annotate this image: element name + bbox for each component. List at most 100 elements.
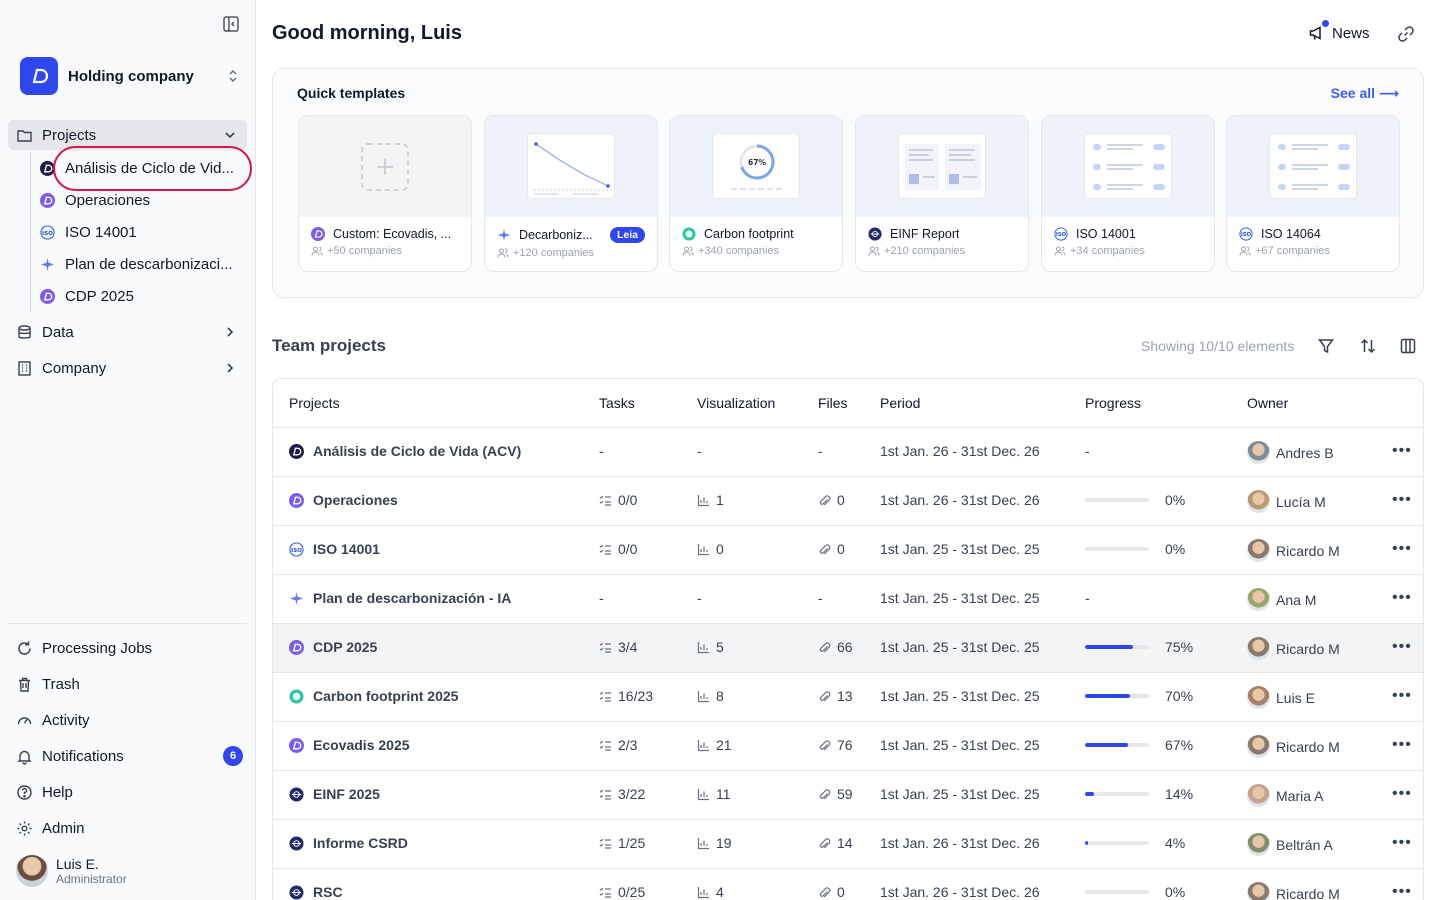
project-owner: Beltrán A — [1276, 836, 1333, 853]
project-name[interactable]: CDP 2025 — [313, 639, 377, 655]
sidebar-project-plan[interactable]: Plan de descarbonizaci... — [40, 250, 245, 278]
sidebar-project-cdp[interactable]: CDP 2025 — [40, 282, 245, 310]
project-period: 1st Jan. 25 - 31st Dec. 25 — [880, 737, 1040, 753]
org-switcher[interactable]: Holding company — [20, 56, 240, 96]
project-name[interactable]: Carbon footprint 2025 — [313, 688, 458, 704]
project-name[interactable]: Informe CSRD — [313, 835, 408, 851]
nav-activity-label: Activity — [42, 711, 90, 729]
project-owner: Andres B — [1276, 444, 1334, 461]
project-visualizations: 8 — [716, 688, 724, 704]
user-profile[interactable]: Luis E. Administrator — [16, 855, 127, 887]
link-icon[interactable] — [1397, 25, 1415, 43]
svg-text:ISO: ISO — [1241, 232, 1252, 238]
column-header-projects[interactable]: Projects — [289, 395, 340, 411]
column-header-progress[interactable]: Progress — [1085, 395, 1141, 411]
progress-bar — [1085, 792, 1149, 796]
row-more-options-icon[interactable]: ••• — [1392, 491, 1412, 509]
sidebar-project-iso14001[interactable]: ISO ISO 14001 — [40, 218, 245, 246]
nav-notifications[interactable]: Notifications 6 — [8, 741, 247, 771]
row-more-options-icon[interactable]: ••• — [1392, 589, 1412, 607]
template-thumbnail — [1227, 116, 1399, 217]
table-row[interactable]: Operaciones 0/0 1 0 1st Jan. 26 - 31st Dec. … — [273, 477, 1423, 526]
project-name[interactable]: Plan de descarbonización - IA — [313, 590, 511, 606]
progress-bar — [1085, 694, 1149, 698]
table-row[interactable]: Análisis de Ciclo de Vida (ACV) - - - 1st Ja… — [273, 428, 1423, 477]
nav-help[interactable]: Help — [8, 777, 247, 807]
news-button[interactable]: News — [1308, 20, 1370, 42]
project-name[interactable]: Operaciones — [313, 492, 398, 508]
row-more-options-icon[interactable]: ••• — [1392, 442, 1412, 460]
table-row[interactable]: ISO ISO 14001 0/0 0 0 1st Jan. 25 - 31st Dec.… — [273, 526, 1423, 575]
avatar — [1247, 637, 1270, 660]
table-row[interactable]: EINF 2025 3/22 11 59 1st Jan. 25 - 31st Dec.… — [273, 771, 1423, 820]
nav-admin[interactable]: Admin — [8, 813, 247, 843]
row-more-options-icon[interactable]: ••• — [1392, 736, 1412, 754]
sidebar: Holding company Projects Análisis de Cic… — [0, 0, 256, 900]
row-more-options-icon[interactable]: ••• — [1392, 834, 1412, 852]
project-logo-icon — [40, 288, 55, 304]
template-card-einf[interactable]: EINF Report +210 companies — [855, 115, 1029, 272]
project-owner: Luis E — [1276, 689, 1315, 706]
column-header-visualization[interactable]: Visualization — [697, 395, 775, 411]
avatar — [1247, 588, 1270, 611]
sidebar-collapse-icon[interactable] — [222, 15, 240, 33]
quick-templates-panel: Quick templates See all ⟶ Custom: Ecovad… — [272, 68, 1424, 298]
sidebar-project-label: CDP 2025 — [65, 287, 134, 305]
row-more-options-icon[interactable]: ••• — [1392, 638, 1412, 656]
column-header-owner[interactable]: Owner — [1247, 395, 1288, 411]
template-subtitle: +50 companies — [327, 245, 402, 257]
nav-trash[interactable]: Trash — [8, 669, 247, 699]
project-name[interactable]: RSC — [313, 884, 343, 900]
table-row[interactable]: CDP 2025 3/4 5 66 1st Jan. 25 - 31st Dec. 25… — [273, 624, 1423, 673]
project-files: 0 — [837, 884, 845, 900]
template-card-iso14001[interactable]: ISO ISO 14001 +34 companies — [1041, 115, 1215, 272]
see-all-link[interactable]: See all ⟶ — [1331, 85, 1399, 102]
nav-company[interactable]: Company — [8, 353, 247, 383]
nav-activity[interactable]: Activity — [8, 705, 247, 735]
template-card-carbon-footprint[interactable]: 67% Carbon footprint +340 companies — [669, 115, 843, 272]
row-more-options-icon[interactable]: ••• — [1392, 687, 1412, 705]
project-owner: Ricardo M — [1276, 542, 1340, 559]
nav-processing-jobs[interactable]: Processing Jobs — [8, 633, 247, 663]
template-card-decarbonization[interactable]: Decarboniz... Leia +120 companies — [484, 115, 658, 272]
filter-icon[interactable] — [1317, 337, 1335, 355]
nav-data[interactable]: Data — [8, 317, 247, 347]
project-visualizations: 5 — [716, 639, 724, 655]
nav-company-label: Company — [42, 359, 107, 377]
row-more-options-icon[interactable]: ••• — [1392, 540, 1412, 558]
bar-chart-icon — [697, 690, 709, 702]
table-row[interactable]: Carbon footprint 2025 16/23 8 13 1st Jan. 25… — [273, 673, 1423, 722]
template-card-custom[interactable]: Custom: Ecovadis, ... +50 companies — [298, 115, 472, 272]
column-header-tasks[interactable]: Tasks — [599, 395, 635, 411]
table-row[interactable]: Plan de descarbonización - IA - - - 1st Jan.… — [273, 575, 1423, 624]
iso-logo-icon: ISO — [40, 224, 55, 240]
table-row[interactable]: RSC 0/25 4 0 1st Jan. 26 - 31st Dec. 26 0% Ric… — [273, 869, 1423, 900]
project-name[interactable]: ISO 14001 — [313, 541, 380, 557]
tree-line — [30, 152, 31, 312]
folder-icon — [17, 129, 32, 142]
column-header-files[interactable]: Files — [818, 395, 848, 411]
table-row[interactable]: Ecovadis 2025 2/3 21 76 1st Jan. 25 - 31st D… — [273, 722, 1423, 771]
paperclip-icon — [819, 494, 831, 505]
progress-bar — [1085, 645, 1149, 649]
row-more-options-icon[interactable]: ••• — [1392, 883, 1412, 900]
project-name[interactable]: EINF 2025 — [313, 786, 380, 802]
column-header-period[interactable]: Period — [880, 395, 920, 411]
iso-logo-icon: ISO — [1239, 227, 1253, 241]
sort-icon[interactable] — [1359, 337, 1377, 355]
tasks-icon — [599, 495, 611, 506]
template-card-iso14064[interactable]: ISO ISO 14064 +67 companies — [1226, 115, 1400, 272]
columns-icon[interactable] — [1399, 337, 1417, 355]
template-subtitle: +210 companies — [884, 245, 966, 257]
nav-processing-label: Processing Jobs — [42, 639, 153, 657]
sparkle-logo-icon — [40, 257, 55, 271]
database-icon — [18, 324, 31, 339]
progress-bar-fill — [1085, 743, 1128, 747]
project-tasks: 2/3 — [618, 737, 638, 753]
project-owner: Ricardo M — [1276, 885, 1340, 900]
table-row[interactable]: Informe CSRD 1/25 19 14 1st Jan. 26 - 31st D… — [273, 820, 1423, 869]
project-name[interactable]: Ecovadis 2025 — [313, 737, 410, 753]
project-name[interactable]: Análisis de Ciclo de Vida (ACV) — [313, 443, 521, 459]
template-thumbnail: 67% — [670, 116, 842, 217]
row-more-options-icon[interactable]: ••• — [1392, 785, 1412, 803]
